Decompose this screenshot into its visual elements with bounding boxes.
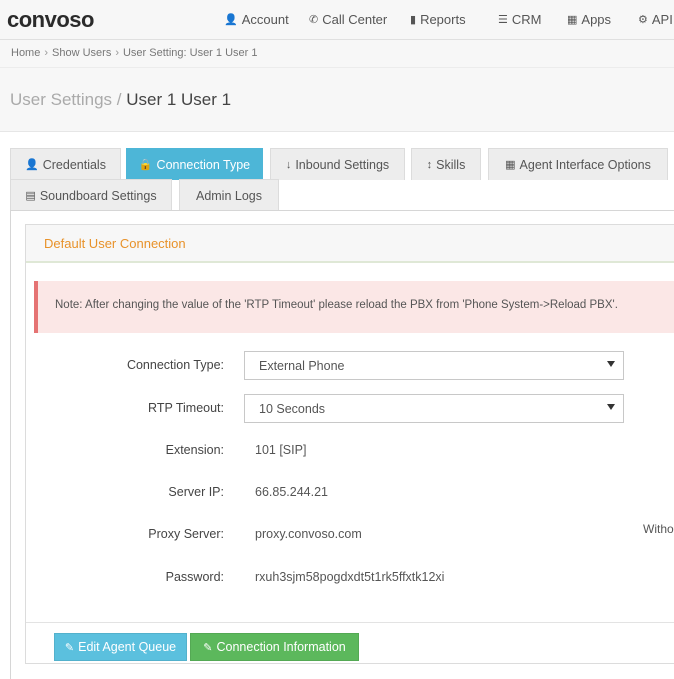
proxy-server-label: Proxy Server:	[148, 527, 224, 541]
title-area: User Settings / User 1 User 1	[0, 68, 674, 132]
page-title-name: User 1 User 1	[126, 90, 232, 109]
connection-type-value: External Phone	[259, 359, 345, 373]
edit-agent-queue-label: Edit Agent Queue	[78, 640, 177, 654]
tab-label: Soundboard Settings	[39, 188, 157, 203]
nav-crm[interactable]: ☰ CRM	[498, 12, 541, 27]
server-ip-label: Server IP:	[168, 485, 224, 499]
rtp-timeout-value: 10 Seconds	[259, 402, 326, 416]
rtp-timeout-select[interactable]: 10 Seconds	[244, 394, 624, 423]
tab-agent-interface-options[interactable]: ▦ Agent Interface Options	[488, 148, 668, 180]
tab-label: Inbound Settings	[295, 157, 390, 172]
nav-reports-label: Reports	[420, 12, 466, 27]
extension-label: Extension:	[165, 443, 224, 457]
rtp-timeout-note: Note: After changing the value of the 'R…	[34, 281, 674, 333]
caret-down-icon	[607, 404, 615, 410]
edit-icon: ✎	[64, 641, 75, 654]
connection-information-label: Connection Information	[216, 640, 346, 654]
proxy-server-side-text: Witho	[643, 522, 674, 536]
nav-account-label: Account	[241, 12, 289, 27]
rtp-timeout-label: RTP Timeout:	[148, 401, 224, 415]
proxy-server-value: proxy.convoso.com	[255, 527, 362, 541]
list-icon: ☰	[498, 14, 508, 26]
tab-label: Connection Type	[156, 157, 251, 172]
nav-api-label: API	[651, 12, 673, 27]
edit-icon: ✎	[203, 641, 213, 654]
tab-label: Credentials	[42, 157, 106, 172]
panel-header: Default User Connection	[26, 225, 674, 263]
tab-label: Admin Logs	[195, 188, 262, 203]
tab-inbound-settings[interactable]: ↓ Inbound Settings	[270, 148, 405, 180]
page-title: User Settings / User 1 User 1	[10, 90, 231, 110]
tab-skills[interactable]: ↕ Skills	[411, 148, 481, 180]
page-title-prefix: User Settings /	[10, 90, 122, 109]
top-navigation: CONVOSO 👤 Account ✆ Call Center ▮ Report…	[0, 0, 674, 40]
tab-label: Skills	[436, 157, 466, 172]
grid-icon: ▦	[505, 159, 516, 171]
lock-icon: 🔒	[138, 159, 153, 171]
arrows-vertical-icon: ↕	[426, 158, 433, 171]
phone-icon: ✆	[309, 14, 319, 26]
nav-account[interactable]: 👤 Account	[224, 12, 289, 27]
edit-agent-queue-button[interactable]: ✎ Edit Agent Queue	[54, 633, 187, 661]
user-icon: 👤	[25, 159, 39, 171]
panel-title: Default User Connection	[44, 236, 186, 251]
nav-call-center[interactable]: ✆ Call Center	[309, 12, 387, 27]
nav-apps-label: Apps	[581, 12, 612, 27]
tab-credentials[interactable]: 👤 Credentials	[10, 148, 121, 180]
tab-label: Agent Interface Options	[519, 157, 651, 172]
nav-apps[interactable]: ▦ Apps	[567, 12, 611, 27]
arrow-down-icon: ↓	[285, 158, 292, 171]
breadcrumb-current: User Setting: User 1 User 1	[122, 47, 258, 59]
breadcrumb-home[interactable]: Home	[11, 47, 40, 59]
server-ip-value: 66.85.244.21	[255, 485, 328, 499]
password-label: Password:	[165, 570, 224, 584]
grid-icon: ▦	[567, 14, 578, 26]
nav-crm-label: CRM	[511, 12, 542, 27]
breadcrumb: Home › Show Users › User Setting: User 1 Use…	[0, 40, 674, 68]
nav-reports[interactable]: ▮ Reports	[410, 12, 466, 27]
caret-down-icon	[607, 361, 615, 367]
breadcrumb-separator: ›	[115, 47, 119, 59]
extension-value: 101 [SIP]	[255, 443, 307, 457]
connection-type-select[interactable]: External Phone	[244, 351, 624, 380]
connection-information-button[interactable]: ✎ Connection Information	[190, 633, 359, 661]
tab-admin-logs[interactable]: Admin Logs	[179, 179, 279, 211]
bar-chart-icon: ▮	[410, 14, 417, 26]
tab-soundboard-settings[interactable]: ▤ Soundboard Settings	[10, 179, 172, 211]
nav-call-center-label: Call Center	[322, 12, 388, 27]
user-icon: 👤	[224, 14, 238, 26]
breadcrumb-separator: ›	[44, 47, 49, 59]
password-value: rxuh3sjm58pogdxdt5t1rk5ffxtk12xi	[255, 570, 445, 584]
panel-divider	[26, 622, 674, 623]
convoso-logo[interactable]: CONVOSO	[7, 7, 94, 33]
tab-connection-type[interactable]: 🔒 Connection Type	[126, 148, 263, 180]
breadcrumb-show-users[interactable]: Show Users	[52, 47, 111, 59]
gear-icon: ⚙	[638, 14, 648, 26]
sound-file-icon: ▤	[25, 190, 36, 202]
connection-type-label: Connection Type:	[126, 358, 224, 372]
nav-api[interactable]: ⚙ API	[638, 12, 673, 27]
